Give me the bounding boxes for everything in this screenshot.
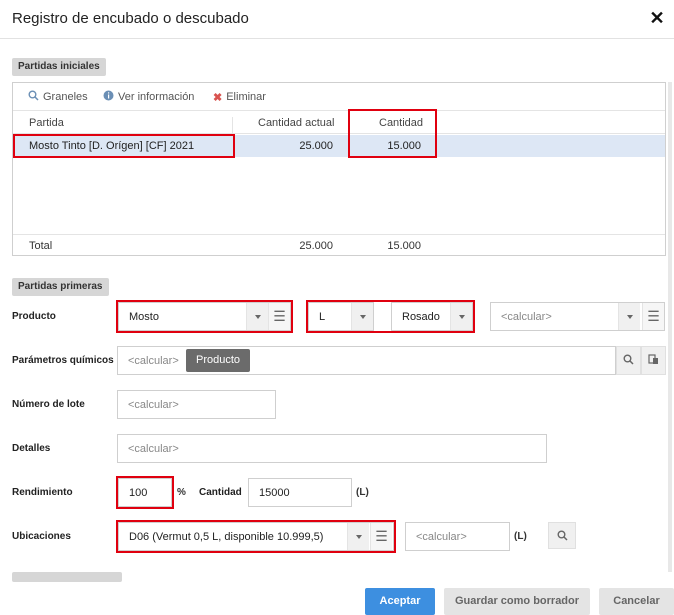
initial-grid: Graneles Ver información ✖ Eliminar Part… [12,82,666,256]
cell-partida: Mosto Tinto [D. Orígen] [CF] 2021 [29,140,195,152]
producto-extra-select[interactable]: <calcular> ☰ [490,302,665,331]
cell-cantidad-actual: 25.000 [299,140,333,152]
column-header-cantidad-actual: Cantidad actual [258,117,335,129]
menu-icon[interactable]: ☰ [268,303,290,330]
cantidad-input[interactable]: 15000 [248,478,352,507]
chevron-down-icon[interactable] [351,303,373,330]
detalles-label: Detalles [12,443,51,454]
ubicaciones-calc-placeholder: <calcular> [416,531,467,543]
color-value: Rosado [402,311,440,323]
cancel-button[interactable]: Cancelar [599,588,674,615]
graneles-button[interactable]: Graneles [28,90,88,104]
close-icon[interactable]: ✕ [648,8,666,28]
table-row[interactable]: Mosto Tinto [D. Orígen] [CF] 2021 25.000… [13,135,665,157]
menu-icon[interactable]: ☰ [370,523,392,550]
chevron-down-icon[interactable] [450,303,472,330]
percent-label: % [177,487,186,498]
cell-cantidad[interactable]: 15.000 [387,140,421,152]
info-icon [103,90,114,104]
ubicaciones-label: Ubicaciones [12,531,71,542]
ver-informacion-label: Ver información [118,91,195,103]
unit-select[interactable]: L [308,302,374,331]
parametros-label: Parámetros químicos [12,355,114,366]
chevron-down-icon[interactable] [618,303,640,330]
color-select[interactable]: Rosado [391,302,473,331]
cantidad-label: Cantidad [199,487,242,498]
dialog-titlebar: Registro de encubado o descubado ✕ [0,0,674,39]
eliminar-label: Eliminar [226,91,266,103]
section-chip-next [12,572,122,582]
section-chip-first: Partidas primeras [12,278,109,296]
scrollbar[interactable] [668,82,672,572]
column-header-cantidad: Cantidad [379,117,424,129]
chevron-down-icon[interactable] [347,523,369,550]
graneles-label: Graneles [43,91,88,103]
ubicaciones-unit: (L) [514,531,527,542]
column-header-partida: Partida [29,117,64,129]
ubicaciones-value: D06 (Vermut 0,5 L, disponible 10.999,5) [129,531,324,543]
rendimiento-input[interactable]: 100 [118,478,172,507]
dialog-footer: Aceptar Guardar como borrador Cancelar [0,582,674,615]
lote-label: Número de lote [12,399,85,410]
producto-tag[interactable]: Producto [186,349,251,372]
dialog-title: Registro de encubado o descubado [12,10,249,27]
delete-icon: ✖ [213,91,223,104]
grid-header: Partida Cantidad actual Cantidad [13,111,665,140]
rendimiento-value: 100 [129,487,148,499]
search-icon[interactable] [616,346,641,375]
producto-value: Mosto [129,311,159,323]
grid-total-row: Total 25.000 15.000 [13,234,665,256]
ubicaciones-select[interactable]: D06 (Vermut 0,5 L, disponible 10.999,5) … [118,522,394,551]
total-cantidad: 15.000 [387,240,421,252]
detalles-placeholder: <calcular> [128,443,179,455]
lote-placeholder: <calcular> [128,399,179,411]
rendimiento-label: Rendimiento [12,487,73,498]
save-draft-button[interactable]: Guardar como borrador [444,588,590,615]
chevron-down-icon[interactable] [246,303,268,330]
grid-toolbar: Graneles Ver información ✖ Eliminar [13,83,665,111]
eliminar-button[interactable]: ✖ Eliminar [213,90,266,104]
cantidad-value: 15000 [259,487,290,499]
ver-informacion-button[interactable]: Ver información [103,90,194,104]
parametros-placeholder: <calcular> [128,355,179,367]
search-icon [28,90,39,104]
detalles-input[interactable]: <calcular> [117,434,547,463]
lote-input[interactable]: <calcular> [117,390,276,419]
producto-extra-placeholder: <calcular> [501,311,552,323]
total-label: Total [29,240,53,252]
producto-select[interactable]: Mosto ☰ [118,302,291,331]
accept-button[interactable]: Aceptar [365,588,435,615]
menu-icon[interactable]: ☰ [642,303,664,330]
parametros-field[interactable]: <calcular> Producto [117,346,616,375]
clipboard-icon[interactable] [641,346,666,375]
search-icon[interactable] [548,522,576,549]
total-cantidad-actual: 25.000 [299,240,333,252]
cantidad-unit: (L) [356,487,369,498]
producto-label: Producto [12,311,56,322]
ubicaciones-calc-input[interactable]: <calcular> [405,522,510,551]
unit-value: L [319,311,326,323]
section-chip-initial: Partidas iniciales [12,58,106,76]
